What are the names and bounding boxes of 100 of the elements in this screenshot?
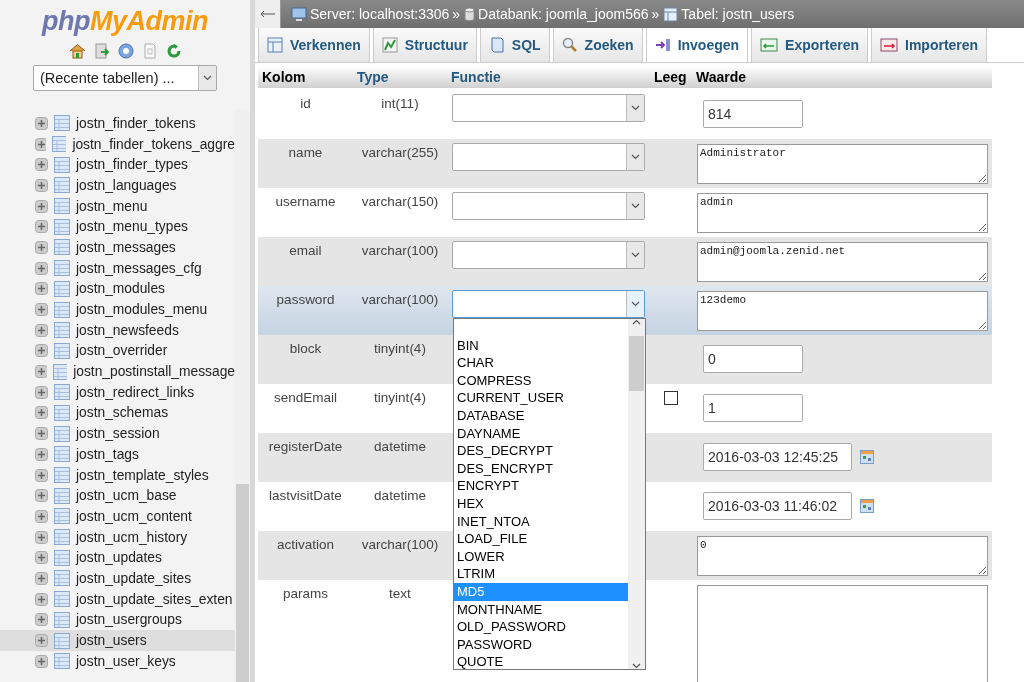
tab[interactable]: Structuur [372, 28, 477, 62]
table-list-item[interactable]: jostn_languages [0, 175, 235, 196]
dropdown-option[interactable]: DES_ENCRYPT [454, 459, 628, 478]
dropdown-option[interactable]: ENCRYPT [454, 477, 628, 495]
column-header[interactable]: Functie [447, 69, 501, 85]
table-list-item[interactable]: jostn_usergroups [0, 609, 235, 631]
value-field[interactable]: 123demo [697, 291, 988, 331]
expand-icon[interactable] [35, 571, 48, 585]
table-list-item[interactable]: jostn_update_sites_exten [0, 588, 235, 610]
table-list-item[interactable]: jostn_template_styles [0, 464, 235, 486]
dropdown-option[interactable]: QUOTE [454, 653, 628, 671]
value-field[interactable]: admin [697, 193, 988, 233]
expand-icon[interactable] [35, 592, 48, 606]
value-field[interactable]: admin@joomla.zenid.net [697, 242, 988, 282]
scrollbar-thumb[interactable] [629, 336, 644, 391]
table-list-item[interactable]: jostn_finder_tokens [0, 113, 235, 134]
dropdown-option[interactable]: DES_DECRYPT [454, 442, 628, 460]
expand-icon[interactable] [35, 406, 48, 420]
expand-icon[interactable] [35, 634, 48, 648]
expand-icon[interactable] [35, 137, 47, 151]
dropdown-option[interactable]: HEX [454, 494, 628, 513]
expand-icon[interactable] [35, 365, 47, 379]
home-icon[interactable] [68, 43, 86, 59]
expand-icon[interactable] [35, 158, 48, 172]
expand-icon[interactable] [35, 509, 48, 523]
table-list-item[interactable]: jostn_schemas [0, 402, 235, 424]
table-list-item[interactable]: jostn_update_sites [0, 568, 235, 589]
table-list-item[interactable]: jostn_messages [0, 237, 235, 258]
datetime-field[interactable]: 2016-03-03 12:45:25 [703, 443, 852, 471]
breadcrumb-link[interactable]: Server: localhost:3306 [310, 6, 450, 22]
table-list-item[interactable]: jostn_ucm_base [0, 485, 235, 507]
value-field[interactable]: 0 [697, 536, 988, 576]
table-list-item[interactable]: jostn_finder_types [0, 154, 235, 176]
calendar-icon[interactable] [860, 450, 874, 464]
dropdown-option[interactable]: CHAR [454, 354, 628, 372]
column-header[interactable]: Type [353, 69, 389, 85]
expand-icon[interactable] [35, 385, 48, 399]
table-list-item[interactable]: jostn_tags [0, 444, 235, 465]
table-list-item[interactable]: jostn_postinstall_message [0, 361, 235, 382]
table-list-item[interactable]: jostn_ucm_content [0, 506, 235, 527]
expand-icon[interactable] [35, 489, 48, 503]
expand-icon[interactable] [35, 199, 48, 213]
expand-icon[interactable] [35, 447, 48, 461]
table-list-item[interactable]: jostn_messages_cfg [0, 257, 235, 279]
tab[interactable]: Zoeken [552, 28, 643, 62]
table-list-item[interactable]: jostn_menu_types [0, 216, 235, 238]
tab[interactable]: Invoegen [645, 28, 749, 62]
dropdown-option[interactable]: LTRIM [454, 565, 628, 583]
expand-icon[interactable] [35, 427, 48, 441]
expand-icon[interactable] [35, 303, 48, 317]
refresh-icon[interactable] [165, 43, 182, 59]
expand-icon[interactable] [35, 240, 48, 254]
table-list-item[interactable]: jostn_finder_tokens_aggre [0, 133, 235, 155]
expand-icon[interactable] [35, 344, 48, 358]
tab[interactable]: Verkennen [258, 28, 370, 62]
table-list-item[interactable]: jostn_users [0, 630, 235, 651]
table-list-item[interactable]: jostn_newsfeeds [0, 319, 235, 341]
null-checkbox[interactable] [664, 391, 678, 405]
table-list-item[interactable]: jostn_modules [0, 278, 235, 300]
breadcrumb-link[interactable]: Databank: joomla_joom566 [478, 6, 649, 22]
dropdown-option[interactable]: DATABASE [454, 406, 628, 425]
calendar-icon[interactable] [860, 499, 874, 513]
tab[interactable]: SQL [479, 28, 550, 62]
scrollbar-thumb[interactable] [236, 484, 249, 682]
dropdown-option[interactable]: OLD_PASSWORD [454, 618, 628, 636]
function-select[interactable] [452, 290, 645, 318]
table-list-item[interactable]: jostn_ucm_history [0, 526, 235, 548]
dropdown-option[interactable]: MONTHNAME [454, 600, 628, 619]
value-field[interactable]: 1 [703, 394, 803, 422]
expand-icon[interactable] [35, 220, 48, 234]
expand-icon[interactable] [35, 116, 48, 130]
value-field[interactable]: 0 [703, 345, 803, 373]
dropdown-option[interactable]: INET_NTOA [454, 512, 628, 531]
dropdown-option[interactable]: LOAD_FILE [454, 530, 628, 548]
dropdown-option[interactable]: CURRENT_USER [454, 389, 628, 407]
table-list-item[interactable]: jostn_user_keys [0, 650, 235, 672]
dropdown-option[interactable]: PASSWORD [454, 635, 628, 654]
table-list-item[interactable]: jostn_updates [0, 547, 235, 569]
table-list-item[interactable]: jostn_menu [0, 195, 235, 217]
expand-icon[interactable] [35, 468, 48, 482]
value-field[interactable] [697, 585, 988, 682]
dropdown-option[interactable]: DAYNAME [454, 424, 628, 443]
value-field[interactable]: Administrator [697, 144, 988, 184]
table-list-item[interactable]: jostn_modules_menu [0, 299, 235, 320]
scrollbar[interactable] [628, 319, 645, 669]
expand-icon[interactable] [35, 178, 48, 192]
value-field[interactable]: 814 [703, 100, 803, 128]
dropdown-option[interactable]: COMPRESS [454, 371, 628, 390]
dropdown-option[interactable]: BIN [454, 336, 628, 355]
datetime-field[interactable]: 2016-03-03 11:46:02 [703, 492, 852, 520]
table-list-item[interactable]: jostn_overrider [0, 340, 235, 362]
breadcrumb-link[interactable]: Tabel: jostn_users [681, 6, 795, 22]
dropdown-option[interactable]: LOWER [454, 547, 628, 566]
table-list-item[interactable]: jostn_session [0, 423, 235, 444]
tab[interactable]: Importeren [871, 28, 988, 62]
expand-icon[interactable] [35, 613, 48, 627]
table-list-item[interactable]: jostn_redirect_links [0, 381, 235, 403]
expand-icon[interactable] [35, 551, 48, 565]
tab[interactable]: Exporteren [751, 28, 868, 62]
help-icon[interactable] [117, 43, 134, 59]
